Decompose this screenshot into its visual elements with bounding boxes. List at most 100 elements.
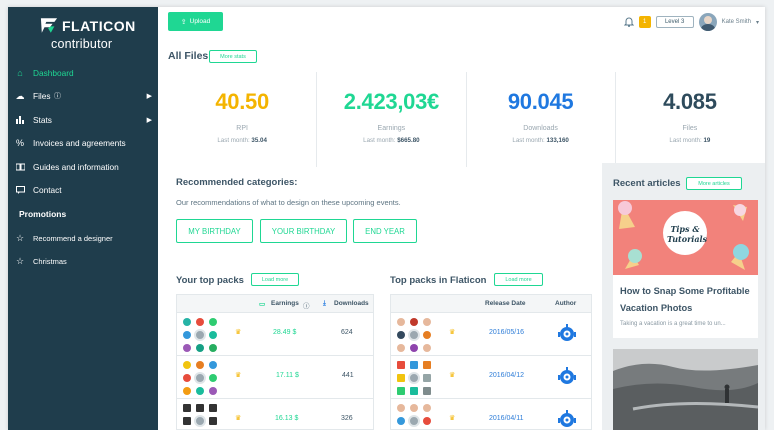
nav-christmas[interactable]: ☆ Christmas <box>8 251 158 271</box>
table-row[interactable]: ♛ 17.11 $ 441 <box>177 356 373 399</box>
star-icon: ☆ <box>15 255 25 266</box>
home-icon: ⌂ <box>17 68 23 78</box>
top-packs-title: Your top packs <box>176 275 244 286</box>
category-your-birthday[interactable]: YOUR BIRTHDAY <box>260 219 347 243</box>
avatar[interactable] <box>698 13 717 31</box>
pack-thumbnail <box>183 318 217 352</box>
table-row[interactable]: ♛ 2016/04/12 <box>391 356 591 399</box>
recent-articles-panel: Recent articles More articles Tips & Tut… <box>602 163 765 430</box>
crown-icon: ♛ <box>235 372 242 379</box>
app-window: FLATICON contributor ⌂ Dashboard ☁ Files… <box>8 7 765 430</box>
search-icon[interactable] <box>194 372 206 384</box>
top-packs-load-more[interactable]: Load more <box>251 273 299 286</box>
table-row[interactable]: ♛ 2016/05/16 <box>391 313 591 356</box>
release-date: 2016/04/12 <box>489 372 525 379</box>
chevron-down-icon[interactable]: ▾ <box>756 19 759 26</box>
user-bar: 1 Level 3 Kate Smith ▾ <box>623 12 759 32</box>
crown-icon: ♛ <box>449 372 456 379</box>
col-author: Author <box>555 300 577 307</box>
author-robot-icon[interactable] <box>557 323 577 343</box>
nav-dashboard[interactable]: ⌂ Dashboard <box>8 63 158 83</box>
flaticon-packs-table: Release Date Author ♛ 2016/05/16 ♛ 2016/… <box>390 294 592 430</box>
upload-label: Upload <box>189 18 211 25</box>
author-robot-icon[interactable] <box>557 409 577 429</box>
info-icon: ⓘ <box>303 303 310 310</box>
table-header: ▭ Earnings ⓘ ⤓ Downloads <box>177 295 373 313</box>
more-stats-button[interactable]: More stats <box>209 50 257 63</box>
stat-downloads: 90.045 Downloads Last month: 133,160 <box>467 72 616 167</box>
percent-icon: % <box>15 138 24 148</box>
crown-icon: ♛ <box>449 329 456 336</box>
recommended-title: Recommended categories: <box>176 177 298 188</box>
article-image-landscape[interactable] <box>613 349 758 430</box>
pack-thumbnail <box>397 361 431 395</box>
nav-invoices[interactable]: % Invoices and agreements <box>8 133 158 153</box>
col-release-date: Release Date <box>485 300 526 307</box>
stat-label: Earnings <box>377 125 406 132</box>
stat-label: RPI <box>236 125 248 132</box>
downloads-value: 326 <box>341 415 353 422</box>
search-icon[interactable] <box>408 329 420 341</box>
article-title[interactable]: How to Snap Some Profitable Vacation Pho… <box>620 283 755 317</box>
stat-value: 2.423,03€ <box>343 89 439 114</box>
download-icon: ⤓ <box>323 300 326 307</box>
stat-value: 40.50 <box>215 89 269 114</box>
upload-icon: ⇪ <box>180 18 187 26</box>
search-icon[interactable] <box>408 415 420 427</box>
release-date: 2016/04/11 <box>489 415 524 422</box>
sidebar: FLATICON contributor ⌂ Dashboard ☁ Files… <box>8 7 158 430</box>
search-icon[interactable] <box>194 415 206 427</box>
chat-icon <box>15 185 25 195</box>
star-icon: ☆ <box>15 232 25 243</box>
user-name[interactable]: Kate Smith <box>722 19 751 25</box>
more-articles-button[interactable]: More articles <box>686 177 742 190</box>
chevron-right-icon: ▶ <box>146 93 152 100</box>
nav-label: Files <box>33 91 51 101</box>
nav-contact[interactable]: Contact <box>8 180 158 200</box>
nav-label: Contact <box>33 185 62 195</box>
release-date: 2016/05/16 <box>489 329 525 336</box>
nav-guides[interactable]: Guides and information <box>8 157 158 177</box>
search-icon[interactable] <box>194 329 206 341</box>
article-card[interactable]: How to Snap Some Profitable Vacation Pho… <box>613 275 758 338</box>
stat-last-month: Last month: 35.04 <box>217 137 267 144</box>
brand-name: FLATICON <box>62 17 136 34</box>
category-end-year[interactable]: END YEAR <box>353 219 417 243</box>
col-earnings: Earnings <box>271 300 299 307</box>
flaticon-logo-icon <box>40 18 58 33</box>
table-row[interactable]: ♛ 16.13 $ 326 <box>177 399 373 430</box>
article-image-tips[interactable]: Tips & Tutorials <box>613 200 758 275</box>
category-my-birthday[interactable]: MY BIRTHDAY <box>176 219 253 243</box>
table-row[interactable]: ♛ 2016/04/11 <box>391 399 591 430</box>
pack-thumbnail <box>397 404 431 430</box>
flaticon-packs-load-more[interactable]: Load more <box>494 273 543 286</box>
recent-articles-title: Recent articles <box>613 178 681 189</box>
downloads-value: 624 <box>341 329 353 336</box>
earnings-icon: ▭ <box>259 301 266 308</box>
flaticon-logo[interactable]: FLATICON <box>40 17 136 34</box>
notification-badge[interactable]: 1 <box>638 16 651 28</box>
search-icon[interactable] <box>408 372 420 384</box>
stat-value: 90.045 <box>507 89 574 114</box>
nav-files[interactable]: ☁ Files ⓘ ▶ <box>8 86 158 106</box>
nav-recommend-designer[interactable]: ☆ Recommend a designer <box>8 228 158 248</box>
book-icon <box>15 162 25 172</box>
top-packs-table: ▭ Earnings ⓘ ⤓ Downloads ♛ 28.49 $ 624 ♛… <box>176 294 374 430</box>
stat-value: 4.085 <box>663 89 717 114</box>
article-excerpt: Taking a vacation is a great time to un.… <box>620 321 726 327</box>
upload-button[interactable]: ⇪ Upload <box>168 12 223 31</box>
stat-last-month: Last month: 19 <box>669 137 711 144</box>
main-content: ⇪ Upload 1 Level 3 Kate Smith ▾ All File… <box>158 7 765 430</box>
chart-icon <box>15 115 25 125</box>
table-row[interactable]: ♛ 28.49 $ 624 <box>177 313 373 356</box>
stat-last-month: Last month: 133,160 <box>512 137 569 144</box>
earnings-value: 16.13 $ <box>275 415 299 422</box>
recommended-description: Our recommendations of what to design on… <box>176 198 401 207</box>
bell-icon[interactable] <box>623 17 634 27</box>
nav-label: Christmas <box>33 256 67 266</box>
info-icon: ⓘ <box>54 93 61 100</box>
level-badge[interactable]: Level 3 <box>655 16 694 28</box>
author-robot-icon[interactable] <box>557 366 577 386</box>
stats-row: 40.50 RPI Last month: 35.04 2.423,03€ Ea… <box>168 72 764 167</box>
nav-stats[interactable]: Stats ▶ <box>8 110 158 130</box>
